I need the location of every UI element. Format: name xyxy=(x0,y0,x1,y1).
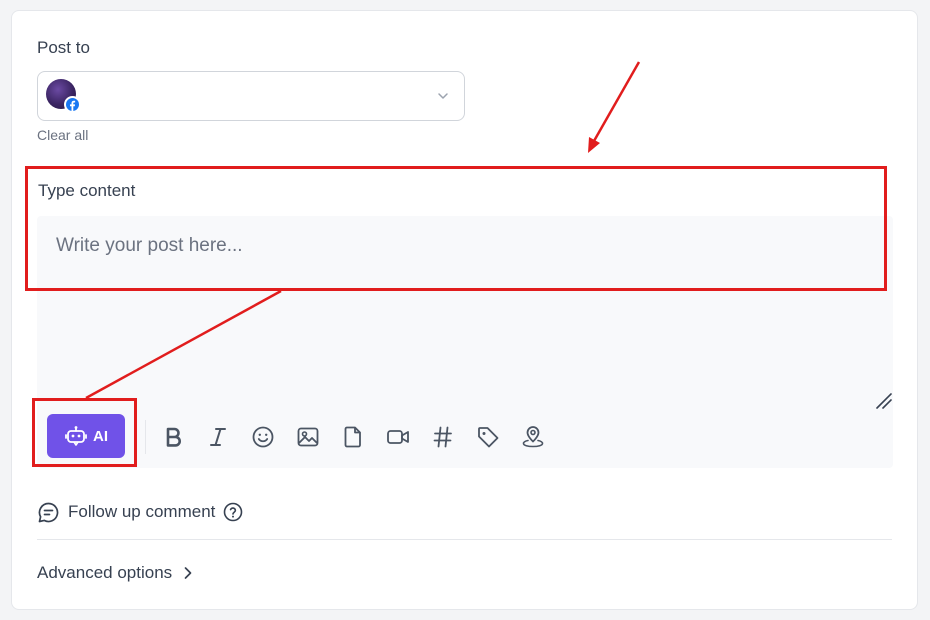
robot-icon xyxy=(65,426,87,446)
advanced-options-label: Advanced options xyxy=(37,563,173,582)
bold-icon[interactable] xyxy=(160,424,186,450)
section-divider xyxy=(37,539,892,540)
location-icon[interactable] xyxy=(520,424,546,450)
post-placeholder[interactable]: Write your post here... xyxy=(56,235,243,257)
comment-icon xyxy=(38,502,59,522)
resize-handle-icon[interactable] xyxy=(875,392,893,410)
type-content-label: Type content xyxy=(38,181,136,200)
italic-icon[interactable] xyxy=(205,424,231,450)
ai-assistant-button[interactable]: AI xyxy=(47,414,125,458)
chevron-right-icon xyxy=(184,567,192,579)
chevron-down-icon xyxy=(438,93,448,99)
clear-all-link[interactable]: Clear all xyxy=(37,127,88,143)
hashtag-icon[interactable] xyxy=(430,424,456,450)
account-select[interactable] xyxy=(37,71,465,121)
emoji-icon[interactable] xyxy=(250,424,276,450)
toolbar-divider xyxy=(145,420,146,454)
facebook-icon xyxy=(64,96,81,113)
file-icon[interactable] xyxy=(340,424,366,450)
tag-icon[interactable] xyxy=(475,424,501,450)
follow-up-comment[interactable]: Follow up comment xyxy=(37,500,243,524)
ai-button-label: AI xyxy=(93,427,108,445)
post-to-label: Post to xyxy=(37,38,90,57)
advanced-options-toggle[interactable]: Advanced options xyxy=(37,562,194,584)
video-icon[interactable] xyxy=(385,424,411,450)
image-icon[interactable] xyxy=(295,424,321,450)
help-icon[interactable] xyxy=(223,502,243,522)
follow-up-label: Follow up comment xyxy=(68,502,216,521)
